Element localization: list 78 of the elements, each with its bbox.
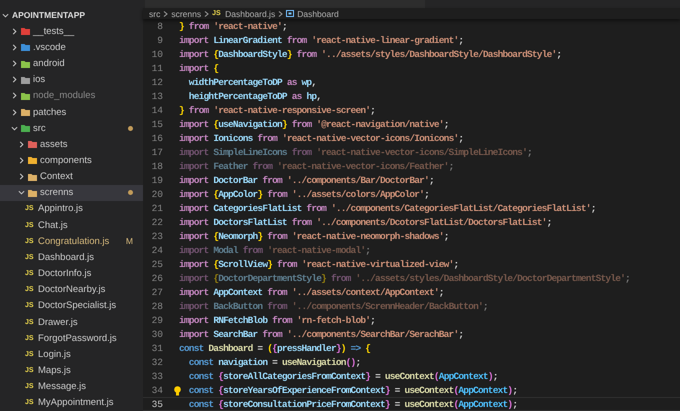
- line-number: 30: [150, 328, 163, 340]
- code-line: import Modal from 'react-native-modal';: [179, 244, 370, 256]
- code-line: const {storeYearsOfExperienceFromContext} = useContext(AppContext);: [188, 384, 518, 396]
- line-number: 27: [150, 286, 163, 298]
- line-number: 35: [150, 398, 163, 410]
- line-number: 11: [150, 62, 163, 74]
- line-number: 32: [150, 356, 163, 368]
- code-line: const {storeAllCategoriesFromContext} = useContext(AppContext);: [188, 370, 498, 382]
- code-line: const navigation = useNavigation();: [188, 356, 360, 368]
- code-line: import Ionicons from 'react-native-vector-icons/Ionicons';: [179, 132, 464, 144]
- code-line: import {AppColor} from '../assets/colors/AppColor';: [179, 188, 429, 200]
- folder-item[interactable]: components: [0, 152, 143, 169]
- breadcrumb-item[interactable]: Dashboard.js: [225, 8, 276, 18]
- folder-item[interactable]: patches: [0, 104, 143, 120]
- line-number: 8: [156, 20, 163, 32]
- code-line: import BackButton from '../components/ScrennHeader/BackButton';: [179, 300, 488, 312]
- line-number: 19: [150, 174, 163, 186]
- code-line: import LinearGradient from 'react-native-linear-gradient';: [179, 34, 464, 46]
- line-number: 20: [150, 188, 163, 200]
- code-line: import Feather from 'react-native-vector-icons/Feather';: [179, 160, 454, 172]
- line-number: 12: [150, 76, 163, 88]
- code-line: import {ScrollView} from 'react-native-virtualized-view';: [179, 258, 458, 270]
- line-number: 14: [150, 104, 163, 116]
- line-number: 22: [150, 216, 163, 228]
- line-number: 21: [150, 202, 163, 214]
- code-line: import CategoriesFlatList from '../components/CategoriesFlatList/CategoriesFlatList';: [179, 202, 596, 214]
- code-line: } from 'react-native-responsive-screen';: [179, 104, 376, 116]
- code-line: const {storeConsultationPriceFromContext} = useContext(AppContext);: [188, 398, 518, 410]
- folder-item[interactable]: screnns: [0, 184, 143, 201]
- line-number: 29: [150, 314, 163, 326]
- code-line: import SearchBar from '../components/SearchBar/SerachBar';: [179, 328, 464, 340]
- lightbulb-icon[interactable]: [174, 386, 181, 396]
- breadcrumb-item[interactable]: screnns: [171, 8, 202, 18]
- line-number: 9: [156, 34, 163, 46]
- symbol-icon: [286, 10, 294, 17]
- code-line: import {Neomorph} from 'react-native-neomorph-shadows';: [179, 230, 449, 242]
- folder-item[interactable]: .vscode: [0, 39, 143, 56]
- explorer-root[interactable]: APOINTMENTAPP: [0, 7, 143, 24]
- code-line: } from 'react-native';: [179, 20, 287, 32]
- code-line: import DoctorsFlatList from '../components/DcotorsFlatList/DoctorsFlatList';: [179, 216, 552, 228]
- line-number: 33: [150, 370, 163, 382]
- line-number: 16: [150, 132, 163, 144]
- folder-item[interactable]: ios: [0, 72, 143, 88]
- line-number: 28: [150, 300, 163, 312]
- code-line: import SimpleLineIcons from 'react-native-vector-icons/SimpleLineIcons';: [179, 146, 532, 158]
- code-line: widthPercentageToDP as wp,: [188, 76, 316, 88]
- line-number: 24: [150, 244, 163, 256]
- breadcrumb-item[interactable]: src: [149, 8, 160, 18]
- folder-item[interactable]: node_modules: [0, 88, 143, 104]
- code-line: heightPercentageToDP as hp,: [188, 90, 322, 102]
- code-line: import AppContext from '../assets/context/AppContext';: [179, 286, 444, 298]
- line-number: 17: [150, 146, 163, 158]
- folder-item[interactable]: __tests__: [0, 23, 143, 40]
- breadcrumb-item[interactable]: Dashboard: [297, 8, 339, 18]
- code-line: import {DoctorDepartmentStyle} from '../assets/styles/DashboardStyle/DoctorDepartmentStyle';: [179, 272, 630, 284]
- line-number: 18: [150, 160, 163, 172]
- line-number: 10: [150, 48, 163, 60]
- folder-item[interactable]: assets: [0, 136, 143, 152]
- code-line: const Dashboard = ({pressHandler}) => {: [179, 342, 370, 354]
- code-line: import {DashboardStyle} from '../assets/styles/DashboardStyle/DashboardStyle';: [179, 48, 562, 60]
- code-line: import DoctorBar from '../components/Bar/DoctorBar';: [179, 174, 434, 186]
- code-line: import RNFetchBlob from 'rn-fetch-blob';: [179, 314, 376, 326]
- code-line: import {useNavigation} from '@react-navigation/native';: [179, 118, 449, 130]
- line-number: 15: [150, 118, 163, 130]
- line-number: 31: [150, 342, 163, 354]
- line-number: 26: [150, 272, 163, 284]
- folder-item[interactable]: Context: [0, 168, 143, 185]
- git-status: M: [126, 236, 133, 246]
- chevron-icon: [204, 10, 210, 16]
- line-number: 13: [150, 90, 163, 102]
- line-number: 23: [150, 230, 163, 242]
- line-number: 25: [150, 258, 163, 270]
- code-line: import {: [179, 62, 218, 74]
- folder-item[interactable]: android: [0, 55, 143, 72]
- line-number: 34: [150, 384, 163, 396]
- folder-item[interactable]: src: [0, 120, 143, 136]
- chevron-icon: [278, 10, 284, 16]
- chevron-icon: [163, 10, 168, 16]
